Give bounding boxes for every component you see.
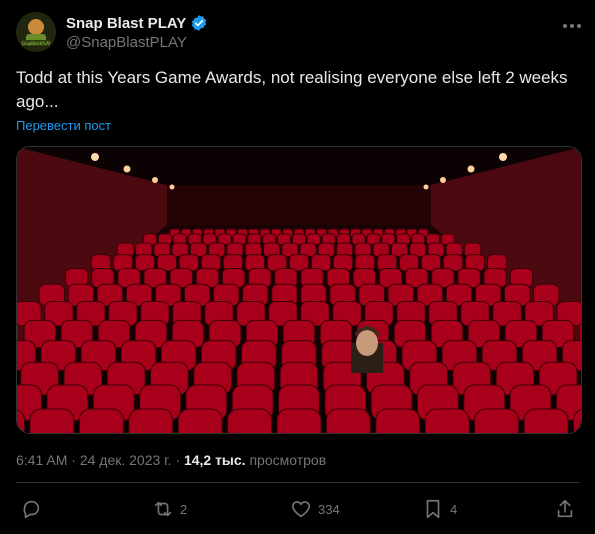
seat bbox=[177, 408, 223, 433]
bookmark-icon bbox=[426, 499, 440, 519]
tweet-time[interactable]: 6:41 AM bbox=[16, 452, 67, 468]
tweet-media[interactable] bbox=[16, 146, 582, 434]
meta-separator: · bbox=[71, 452, 76, 468]
seat bbox=[276, 408, 322, 433]
retweet-count: 2 bbox=[180, 501, 188, 517]
meta-separator-2: · bbox=[175, 452, 181, 468]
heart-icon bbox=[291, 501, 311, 518]
avatar-logo-text: SnapBlastPLAY bbox=[21, 41, 51, 46]
views-label: просмотров bbox=[249, 452, 327, 468]
reply-button[interactable] bbox=[20, 498, 42, 520]
avatar-image: SnapBlastPLAY bbox=[16, 12, 56, 52]
retweet-icon bbox=[154, 501, 172, 517]
seat-rows bbox=[17, 228, 581, 433]
seat bbox=[78, 408, 124, 433]
seat bbox=[474, 408, 520, 433]
seat bbox=[325, 408, 371, 433]
seat bbox=[227, 408, 273, 433]
share-icon bbox=[557, 499, 573, 518]
tweet-meta: 6:41 AM · 24 дек. 2023 г. · 14,2 тыс. пр… bbox=[16, 452, 326, 468]
tweet-text: Todd at this Years Game Awards, not real… bbox=[16, 68, 568, 111]
views-count: 14,2 тыс. bbox=[183, 452, 246, 468]
seat bbox=[128, 408, 174, 433]
seated-person bbox=[351, 326, 383, 373]
bookmark-count: 4 bbox=[450, 501, 458, 517]
tweet-actions: 2 334 4 bbox=[16, 496, 580, 526]
reply-icon bbox=[23, 500, 40, 519]
seat bbox=[375, 408, 421, 433]
like-count: 334 bbox=[318, 501, 340, 517]
share-button[interactable] bbox=[554, 498, 576, 520]
translate-link[interactable]: Перевести пост bbox=[16, 118, 111, 133]
author-name-row: Snap Blast PLAY bbox=[66, 14, 208, 32]
cinema-photo bbox=[17, 147, 581, 433]
author-handle[interactable]: @SnapBlastPLAY bbox=[66, 34, 187, 51]
verified-badge-icon[interactable] bbox=[190, 14, 208, 32]
seat bbox=[523, 408, 569, 433]
divider bbox=[16, 482, 580, 483]
bookmark-button[interactable]: 4 bbox=[422, 498, 457, 520]
author-display-name[interactable]: Snap Blast PLAY bbox=[66, 15, 186, 32]
retweet-button[interactable]: 2 bbox=[152, 498, 187, 520]
seat bbox=[424, 408, 470, 433]
tweet-date[interactable]: 24 дек. 2023 г. bbox=[80, 452, 172, 468]
more-options-icon[interactable] bbox=[560, 16, 584, 36]
like-button[interactable]: 334 bbox=[290, 498, 340, 520]
avatar[interactable]: SnapBlastPLAY bbox=[16, 12, 56, 52]
seat bbox=[29, 408, 75, 433]
